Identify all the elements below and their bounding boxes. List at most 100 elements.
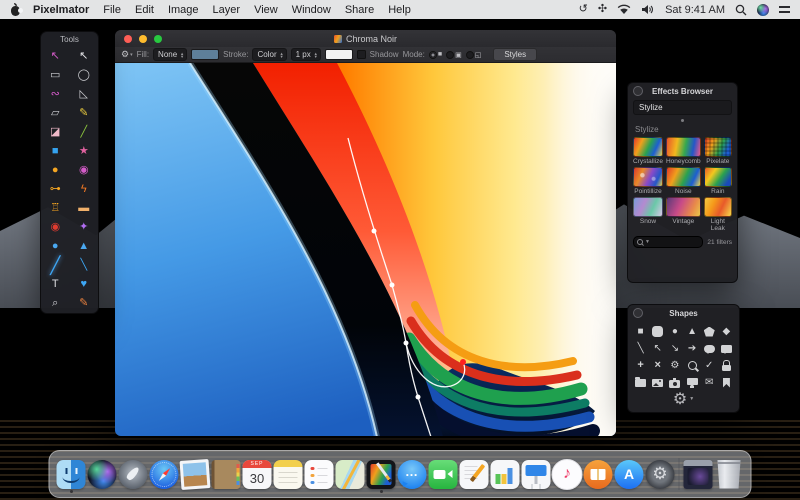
dock-launchpad[interactable]	[118, 455, 149, 493]
shape-triangle[interactable]: ▲	[683, 323, 700, 340]
lasso-tool[interactable]: ∾	[41, 85, 70, 104]
dock-maps[interactable]	[335, 455, 366, 493]
dock-numbers[interactable]	[490, 455, 521, 493]
polygon-lasso-tool[interactable]: ◺	[70, 85, 99, 104]
dock-calendar[interactable]: SEP 30	[242, 455, 273, 493]
pen-tool[interactable]: ╲	[70, 256, 99, 275]
magic-wand-tool[interactable]: ✦	[70, 218, 99, 237]
anchor-point[interactable]	[371, 228, 377, 234]
color-fill-tool[interactable]: ■	[41, 142, 70, 161]
shape-folder[interactable]	[632, 374, 649, 391]
healing-tool[interactable]: ▬	[70, 199, 99, 218]
clone-stamp-tool[interactable]: ♖	[41, 199, 70, 218]
effects-search-input[interactable]: ▼	[633, 236, 704, 248]
effect-honeycomb[interactable]: Honeycomb	[665, 137, 701, 165]
effect-light-leak[interactable]: Light Leak	[703, 197, 732, 232]
effect-crystallize[interactable]: Crystallize	[633, 137, 663, 165]
effect-noise[interactable]: Noise	[665, 167, 701, 195]
active-anchor-point[interactable]	[460, 359, 466, 365]
dock-itunes[interactable]: ♪	[551, 455, 583, 493]
shape-line[interactable]: ╲	[632, 340, 649, 357]
menu-image[interactable]: Image	[168, 4, 199, 16]
shape-arrow-right[interactable]: ➔	[683, 340, 700, 357]
pencil-tool[interactable]: ✎	[70, 104, 99, 123]
shape-plus[interactable]: +	[632, 357, 649, 374]
stroke-swatch[interactable]	[324, 49, 353, 60]
anchor-point[interactable]	[389, 282, 395, 288]
siri-icon[interactable]	[757, 3, 769, 16]
shapes-settings-popup[interactable]: ⚙ ▼	[628, 391, 739, 408]
time-machine-icon[interactable]: ↺	[579, 0, 588, 19]
shape-tool[interactable]: ♥	[70, 275, 99, 294]
fill-swatch[interactable]	[191, 49, 220, 60]
rect-marquee-tool[interactable]: ▭	[41, 66, 70, 85]
canvas[interactable]	[115, 63, 616, 436]
styles-button[interactable]: Styles	[493, 48, 538, 61]
shape-square[interactable]: ■	[632, 323, 649, 340]
app-menu-title[interactable]: Pixelmator	[33, 4, 89, 16]
anchor-point[interactable]	[403, 340, 409, 346]
window-titlebar[interactable]: Chroma Noir	[115, 30, 616, 47]
sharpen-tool[interactable]: ▲	[70, 237, 99, 256]
paintbrush-tool[interactable]: ╱	[41, 256, 70, 275]
eraser-tool[interactable]: ◪	[41, 123, 70, 142]
menu-layer[interactable]: Layer	[213, 4, 241, 16]
gradient-tool[interactable]: ★	[70, 142, 99, 161]
ellipse-marquee-tool[interactable]: ◯	[70, 66, 99, 85]
dodge-tool[interactable]: ⊶	[41, 180, 70, 199]
dock-keynote[interactable]	[521, 455, 552, 493]
menu-window[interactable]: Window	[292, 4, 331, 16]
brush-small-tool[interactable]: ╱	[70, 123, 99, 142]
shape-gear[interactable]: ⚙	[666, 357, 683, 374]
tool-settings-popup[interactable]: ⚙ ▾	[121, 49, 133, 60]
eyedropper-tool[interactable]: ✎	[70, 294, 99, 313]
zoom-tool[interactable]: ⌕	[41, 294, 70, 313]
fan-icon[interactable]: ✣	[598, 0, 607, 19]
dock-reminders[interactable]	[304, 455, 335, 493]
panel-close-button[interactable]	[633, 86, 643, 96]
burn-tool[interactable]: ϟ	[70, 180, 99, 199]
effect-pixelate[interactable]: Pixelate	[703, 137, 732, 165]
dock-trash[interactable]	[714, 455, 745, 493]
stroke-width-stepper[interactable]: 1 px ▲ ▼	[290, 48, 321, 61]
mode-option-combine[interactable]: ▣	[446, 50, 462, 59]
mode-option-shape[interactable]: ■	[428, 50, 442, 59]
wifi-icon[interactable]	[617, 4, 631, 15]
paint-bucket-tool[interactable]: ●	[41, 161, 70, 180]
shape-image[interactable]	[649, 374, 666, 391]
stroke-select[interactable]: Color ▲ ▼	[252, 48, 287, 61]
dock-notes[interactable]	[273, 455, 304, 493]
shadow-checkbox[interactable]	[356, 50, 366, 59]
dock-minwindow[interactable]	[683, 455, 714, 493]
dock-pages[interactable]	[459, 455, 490, 493]
shape-envelope[interactable]: ✉	[701, 374, 718, 391]
shape-arrow-diagonal-down[interactable]: ↘	[666, 340, 683, 357]
shape-checkmark[interactable]: ✓	[701, 357, 718, 374]
dock-safari[interactable]	[149, 455, 180, 493]
arrow-tool[interactable]: ↖	[70, 47, 99, 66]
panel-close-button[interactable]	[633, 308, 643, 318]
shape-cross[interactable]: ×	[649, 357, 666, 374]
type-tool[interactable]: T	[41, 275, 70, 294]
shape-bookmark[interactable]	[718, 374, 735, 391]
dock-messages[interactable]: …	[397, 455, 428, 493]
notification-center-icon[interactable]	[779, 5, 790, 14]
shape-pentagon[interactable]	[701, 323, 718, 340]
menu-help[interactable]: Help	[388, 4, 411, 16]
dock-sysprefs[interactable]: ⚙	[645, 455, 676, 493]
apple-menu-icon[interactable]	[10, 2, 23, 16]
volume-icon[interactable]	[641, 4, 655, 15]
dock-pixelmator[interactable]	[366, 455, 397, 493]
shape-rounded-square[interactable]	[649, 323, 666, 340]
anchor-point[interactable]	[415, 394, 421, 400]
menu-share[interactable]: Share	[345, 4, 374, 16]
blur-tool[interactable]: ●	[41, 237, 70, 256]
effect-pointillize[interactable]: Pointillize	[633, 167, 663, 195]
mode-option-subtract[interactable]: ◱	[465, 50, 481, 59]
dock-preview[interactable]	[179, 455, 211, 493]
effect-snow[interactable]: Snow	[633, 197, 663, 232]
effect-vintage[interactable]: Vintage	[665, 197, 701, 232]
sponge-tool[interactable]: ◉	[70, 161, 99, 180]
move-tool[interactable]: ↖	[41, 47, 70, 66]
dock-ibooks[interactable]	[583, 455, 614, 493]
